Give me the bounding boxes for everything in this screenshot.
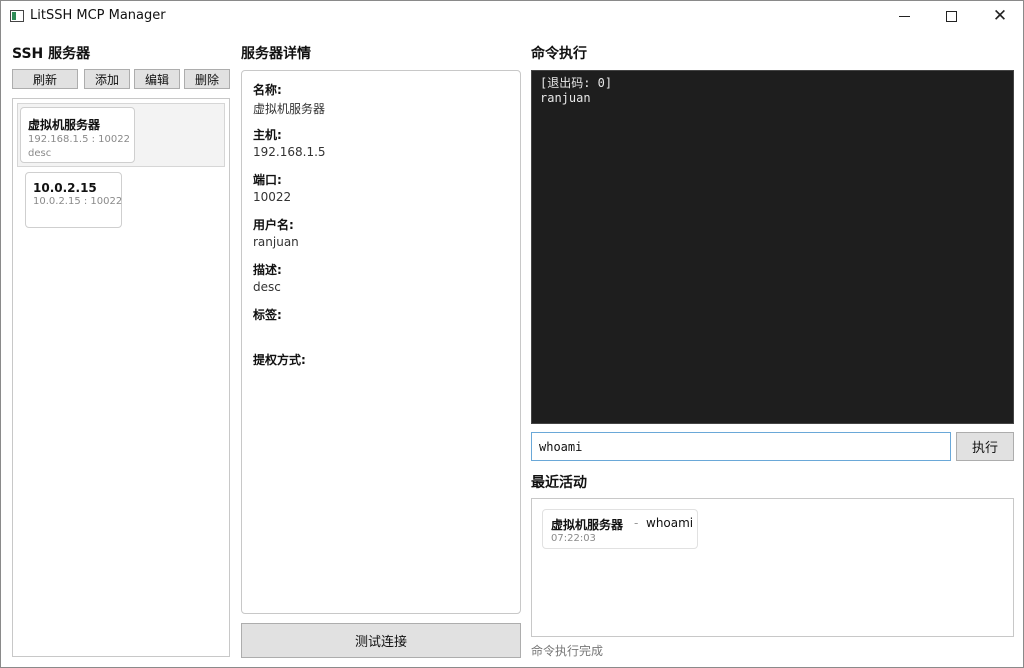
status-message: 命令执行完成	[531, 644, 604, 658]
server-card[interactable]: 10.0.2.15 10.0.2.15 : 10022	[25, 172, 122, 228]
activity-separator: -	[634, 516, 639, 530]
maximize-button[interactable]	[928, 1, 974, 32]
close-icon: ✕	[992, 6, 1008, 26]
detail-host-value: 192.168.1.5	[253, 145, 326, 159]
command-input[interactable]	[531, 432, 951, 461]
activity-list: 虚拟机服务器 - whoami 07:22:03	[531, 498, 1014, 637]
detail-port-label: 端口:	[253, 173, 282, 187]
server-list: 虚拟机服务器 192.168.1.5 : 10022 desc 10.0.2.1…	[12, 98, 230, 657]
detail-host-label: 主机:	[253, 128, 282, 142]
command-output-console[interactable]: [退出码: 0] ranjuan	[531, 70, 1014, 424]
detail-panel-heading: 服务器详情	[241, 46, 311, 62]
detail-desc-value: desc	[253, 280, 281, 294]
detail-tags-label: 标签:	[253, 308, 282, 322]
server-list-item-selected[interactable]: 虚拟机服务器 192.168.1.5 : 10022 desc	[17, 103, 225, 167]
add-button[interactable]: 添加	[84, 69, 130, 89]
app-icon	[10, 10, 24, 22]
minimize-button[interactable]	[881, 1, 927, 32]
activity-command: whoami	[646, 516, 694, 530]
output-line: [退出码: 0]	[540, 76, 613, 90]
refresh-button[interactable]: 刷新	[12, 69, 78, 89]
minimize-icon	[898, 16, 910, 17]
server-name: 虚拟机服务器	[28, 118, 101, 132]
close-button[interactable]: ✕	[977, 1, 1023, 32]
app-window: LitSSH MCP Manager ✕ SSH 服务器 刷新 添加 编辑 删除…	[0, 0, 1024, 668]
activity-item[interactable]: 虚拟机服务器 - whoami 07:22:03	[542, 509, 698, 549]
detail-name-value: 虚拟机服务器	[253, 102, 326, 116]
window-title: LitSSH MCP Manager	[30, 8, 166, 23]
command-panel-heading: 命令执行	[531, 46, 587, 62]
detail-name-label: 名称:	[253, 83, 282, 97]
detail-desc-label: 描述:	[253, 263, 282, 277]
activity-time: 07:22:03	[551, 533, 596, 544]
server-card[interactable]: 虚拟机服务器 192.168.1.5 : 10022 desc	[20, 107, 135, 163]
edit-button[interactable]: 编辑	[134, 69, 180, 89]
detail-privilege-label: 提权方式:	[253, 353, 306, 367]
execute-button[interactable]: 执行	[956, 432, 1014, 461]
server-name: 10.0.2.15	[33, 181, 97, 195]
server-address: 192.168.1.5 : 10022	[28, 134, 130, 145]
output-line: ranjuan	[540, 91, 591, 105]
server-address: 10.0.2.15 : 10022	[33, 196, 123, 207]
delete-button[interactable]: 删除	[184, 69, 230, 89]
title-bar: LitSSH MCP Manager ✕	[1, 1, 1023, 32]
server-panel-heading: SSH 服务器	[12, 46, 91, 62]
test-connection-button[interactable]: 测试连接	[241, 623, 521, 658]
server-description: desc	[28, 148, 52, 159]
activity-server-name: 虚拟机服务器	[551, 518, 624, 532]
server-detail-box: 名称: 虚拟机服务器 主机: 192.168.1.5 端口: 10022 用户名…	[241, 70, 521, 614]
detail-user-label: 用户名:	[253, 218, 294, 232]
maximize-icon	[945, 11, 957, 22]
detail-port-value: 10022	[253, 190, 292, 204]
detail-user-value: ranjuan	[253, 235, 299, 249]
activity-heading: 最近活动	[531, 475, 587, 491]
